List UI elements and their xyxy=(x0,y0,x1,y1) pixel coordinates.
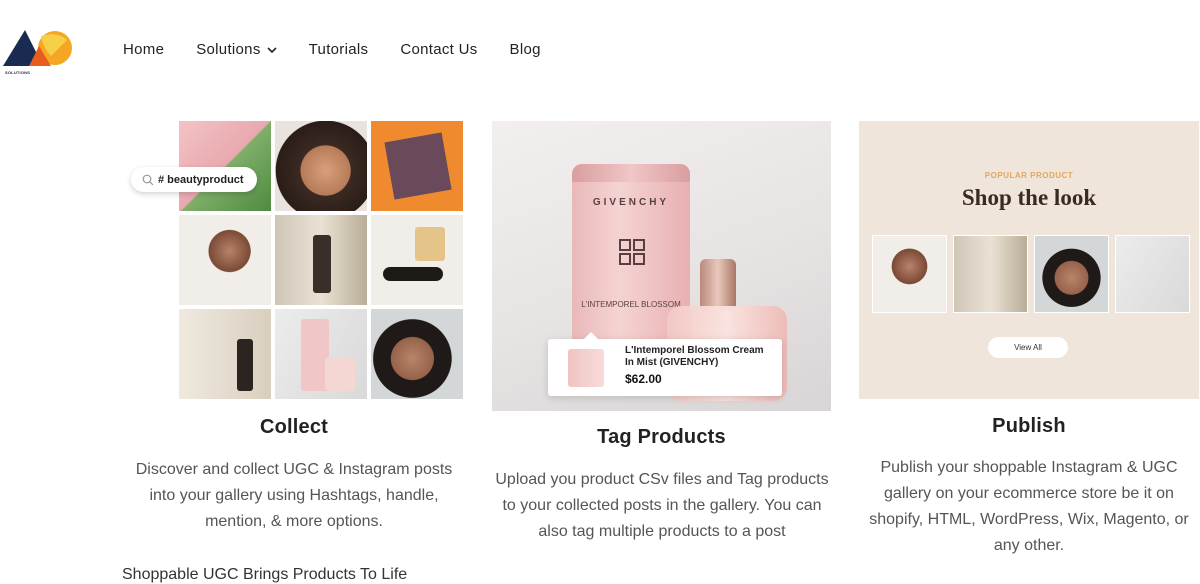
section-heading-cutoff: Shoppable UGC Brings Products To Life xyxy=(122,566,408,583)
photo-tile-cream-bottles xyxy=(179,309,271,399)
nav-contact-label: Contact Us xyxy=(400,41,478,58)
publish-preview: POPULAR PRODUCT Shop the look View All xyxy=(859,121,1199,399)
collect-description: Discover and collect UGC & Instagram pos… xyxy=(135,461,453,530)
photo-tile-plant-hand xyxy=(179,121,271,211)
nav-home-label: Home xyxy=(123,41,165,58)
nav-blog[interactable]: Blog xyxy=(510,41,541,58)
tube-brand-text: GIVENCHY xyxy=(592,197,670,208)
photo-tile-serum-bottle xyxy=(275,215,367,305)
main-nav: Home Solutions Tutorials Contact Us Blog xyxy=(123,41,573,58)
publish-title: Publish xyxy=(992,415,1066,437)
photo-tile-smiling-woman xyxy=(371,309,463,399)
ugc-photo-grid xyxy=(179,121,464,399)
tube-cap xyxy=(572,164,690,182)
publish-thumb-woman xyxy=(872,235,947,313)
publish-thumb-serum xyxy=(953,235,1028,313)
product-name: L'Intemporel Blossom Cream In Mist (GIVE… xyxy=(625,345,764,368)
logo-caption: SOLUTIONS xyxy=(5,70,31,75)
nav-solutions[interactable]: Solutions xyxy=(196,41,277,58)
perfume-cap xyxy=(700,259,736,311)
publish-thumb-row xyxy=(872,235,1190,313)
photo-tile-sunglasses-perfume xyxy=(371,215,463,305)
hashtag-text: # beautyproduct xyxy=(158,173,244,186)
nav-solutions-label: Solutions xyxy=(196,41,261,58)
hashtag-search-pill: # beautyproduct xyxy=(131,167,257,192)
shop-the-look-heading: Shop the look xyxy=(961,185,1097,210)
tag-products-description: Upload you product CSv files and Tag pro… xyxy=(495,471,829,540)
popular-product-label: POPULAR PRODUCT xyxy=(984,171,1074,180)
nav-blog-label: Blog xyxy=(509,41,541,58)
product-tag-card[interactable]: L'Intemporel Blossom Cream In Mist (GIVE… xyxy=(548,332,782,396)
chevron-down-icon xyxy=(267,46,277,53)
collect-title: Collect xyxy=(259,416,329,438)
publish-thumb-pink-tube xyxy=(1115,235,1190,313)
photo-tile-pink-tube xyxy=(275,309,367,399)
search-icon xyxy=(142,174,154,185)
publish-thumb-smiling-woman xyxy=(1034,235,1109,313)
product-price: $62.00 xyxy=(625,372,662,386)
view-all-button[interactable]: View All xyxy=(988,337,1068,358)
photo-tile-woman-dropper xyxy=(275,121,367,211)
photo-tile-woman-serum xyxy=(179,215,271,305)
nav-tutorials-label: Tutorials xyxy=(308,41,369,58)
tag-products-title: Tag Products xyxy=(597,426,726,448)
nav-contact-us[interactable]: Contact Us xyxy=(400,41,477,58)
photo-tile-eyeshadow-palette xyxy=(371,121,463,211)
nav-tutorials[interactable]: Tutorials xyxy=(309,41,369,58)
product-thumbnail xyxy=(568,349,604,387)
nav-home[interactable]: Home xyxy=(123,41,164,58)
publish-description: Publish your shoppable Instagram & UGC g… xyxy=(869,459,1189,554)
givenchy-logo-icon xyxy=(619,239,645,265)
